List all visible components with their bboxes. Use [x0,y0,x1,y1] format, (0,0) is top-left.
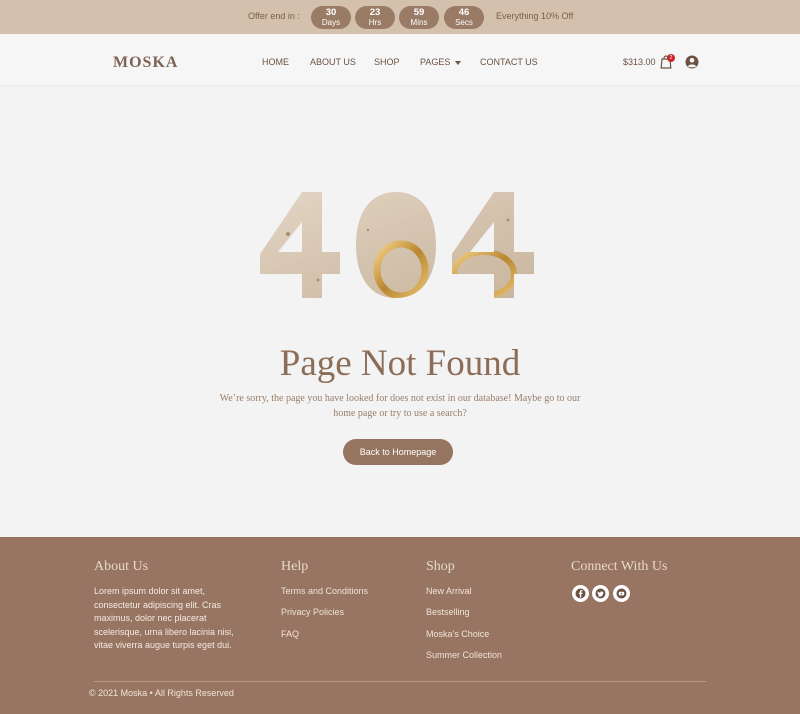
footer-link-bestselling[interactable]: Bestselling [426,607,470,617]
footer-about-title: About Us [94,559,149,574]
youtube-icon[interactable] [613,585,630,602]
error-code-graphic [260,192,534,298]
footer-shop-title: Shop [426,559,455,574]
offer-label: Offer end in : [248,11,300,21]
footer-link-terms[interactable]: Terms and Conditions [281,586,368,596]
site-footer: About Us Lorem ipsum dolor sit amet, con… [0,537,800,714]
footer-about-text: Lorem ipsum dolor sit amet, consectetur … [94,586,234,650]
footer-divider [94,681,706,682]
timer-days-unit: Days [321,18,341,27]
cart-count-badge: 2 [667,54,675,62]
twitter-icon[interactable] [592,585,609,602]
copyright-text: © 2021 Moska • All Rights Reserved [89,688,234,698]
facebook-icon[interactable] [572,585,589,602]
footer-link-moskas-choice[interactable]: Moska's Choice [426,629,489,639]
timer-minutes: 59 Mins [399,6,439,29]
back-to-homepage-button[interactable]: Back to Homepage [343,439,453,465]
timer-seconds-value: 46 [458,7,470,18]
nav-pages[interactable]: PAGES [420,57,462,67]
footer-connect-title: Connect With Us [571,559,668,574]
nav-pages-label: PAGES [420,57,451,67]
footer-link-summer-collection[interactable]: Summer Collection [426,650,502,660]
timer-seconds-unit: Secs [455,18,473,27]
nav-home[interactable]: HOME [262,57,289,67]
nav-about-us[interactable]: ABOUT US [310,57,356,67]
footer-link-new-arrival[interactable]: New Arrival [426,586,472,596]
footer-help-title: Help [281,559,309,574]
timer-hours: 23 Hrs [355,6,395,29]
nav-shop[interactable]: SHOP [374,57,400,67]
error-message: We’re sorry, the page you have looked fo… [219,393,581,419]
page-title: Page Not Found [279,343,521,384]
timer-days-value: 30 [325,7,337,18]
timer-hours-value: 23 [369,7,381,18]
site-logo[interactable]: MOSKA [113,54,178,72]
footer-link-privacy[interactable]: Privacy Policies [281,607,344,617]
footer-link-faq[interactable]: FAQ [281,629,299,639]
chevron-down-icon [455,60,462,65]
timer-days: 30 Days [311,6,351,29]
timer-minutes-unit: Mins [410,18,428,27]
deal-text: Everything 10% Off [496,11,574,21]
site-header: MOSKA HOME ABOUT US SHOP PAGES CONTACT U… [0,34,800,86]
nav-contact-us[interactable]: CONTACT US [480,57,538,67]
cart-total[interactable]: $313.00 [623,57,656,67]
timer-seconds: 46 Secs [444,6,484,29]
user-account-icon[interactable] [685,55,699,69]
timer-minutes-value: 59 [413,7,425,18]
timer-hours-unit: Hrs [368,18,382,27]
promo-bar: Offer end in : 30 Days 23 Hrs 59 Mins 46… [0,0,800,34]
